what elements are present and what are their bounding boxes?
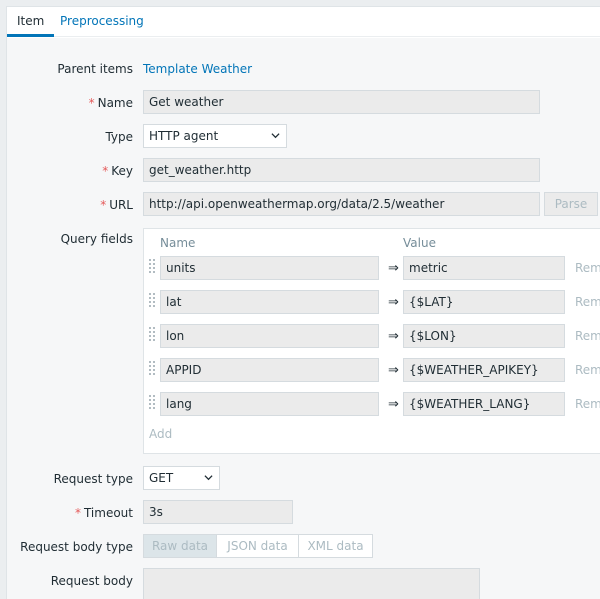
query-field-value-input[interactable]: metric [403, 256, 565, 280]
url-label-text: URL [109, 198, 133, 212]
timeout-label-text: Timeout [83, 506, 133, 520]
type-select[interactable]: HTTP agent [143, 124, 287, 148]
request-type-select[interactable]: GET [143, 466, 220, 490]
name-label-text: Name [97, 96, 133, 110]
drag-handle-icon[interactable] [148, 360, 156, 378]
arrow-icon: ⇒ [388, 363, 399, 378]
request-body-type-label: Request body type [20, 540, 133, 554]
drag-handle-icon[interactable] [148, 292, 156, 310]
required-mark: * [100, 198, 107, 212]
request-type-label: Request type [53, 472, 133, 486]
remove-link[interactable]: Remove [575, 261, 600, 275]
tab-preprocessing[interactable]: Preprocessing [50, 7, 154, 37]
key-label-text: Key [111, 164, 133, 178]
json-data-option[interactable]: JSON data [216, 534, 299, 558]
query-field-value-input[interactable]: {$WEATHER_LANG} [403, 392, 565, 416]
query-field-value-input[interactable]: {$WEATHER_APIKEY} [403, 358, 565, 382]
required-mark: * [88, 96, 95, 110]
query-field-value-input[interactable]: {$LON} [403, 324, 565, 348]
timeout-label: * Timeout [75, 506, 133, 520]
url-input[interactable]: http://api.openweathermap.org/data/2.5/w… [143, 192, 540, 216]
drag-handle-icon[interactable] [148, 258, 156, 276]
raw-data-option[interactable]: Raw data [143, 534, 217, 558]
parent-item-link[interactable]: Template Weather [143, 62, 252, 76]
arrow-icon: ⇒ [388, 295, 399, 310]
remove-link[interactable]: Remove [575, 329, 600, 343]
type-select-value: HTTP agent [149, 129, 219, 143]
item-form-panel: Item Preprocessing Parent items Template… [6, 6, 600, 599]
name-input[interactable]: Get weather [143, 90, 540, 114]
xml-data-option[interactable]: XML data [298, 534, 373, 558]
remove-link[interactable]: Remove [575, 397, 600, 411]
drag-handle-icon[interactable] [148, 326, 156, 344]
query-field-name-input[interactable]: units [160, 256, 379, 280]
query-value-header: Value [403, 236, 436, 250]
key-label: * Key [102, 164, 133, 178]
query-field-name-input[interactable]: lang [160, 392, 379, 416]
query-field-name-input[interactable]: lon [160, 324, 379, 348]
arrow-icon: ⇒ [388, 261, 399, 276]
item-form: Parent items Template Weather * Name Get … [7, 38, 600, 599]
required-mark: * [102, 164, 109, 178]
request-body-label: Request body [50, 574, 133, 588]
query-name-header: Name [160, 236, 196, 250]
tab-item[interactable]: Item [7, 7, 55, 37]
arrow-icon: ⇒ [388, 329, 399, 344]
arrow-icon: ⇒ [388, 397, 399, 412]
parse-button[interactable]: Parse [544, 192, 598, 216]
timeout-input[interactable]: 3s [143, 500, 293, 524]
key-input[interactable]: get_weather.http [143, 158, 540, 182]
chevron-down-icon [271, 133, 280, 139]
remove-link[interactable]: Remove [575, 295, 600, 309]
query-field-value-input[interactable]: {$LAT} [403, 290, 565, 314]
chevron-down-icon [204, 475, 213, 481]
url-label: * URL [100, 198, 133, 212]
query-fields-table: Name Value units ⇒ metric Remove lat ⇒ {… [143, 228, 600, 454]
type-label: Type [105, 130, 133, 144]
request-type-value: GET [149, 471, 174, 485]
drag-handle-icon[interactable] [148, 394, 156, 412]
query-field-name-input[interactable]: APPID [160, 358, 379, 382]
required-mark: * [74, 506, 81, 520]
parent-items-label: Parent items [57, 62, 133, 76]
tab-bar: Item Preprocessing [7, 7, 600, 37]
remove-link[interactable]: Remove [575, 363, 600, 377]
query-fields-label: Query fields [60, 232, 133, 246]
request-body-textarea[interactable] [143, 568, 480, 599]
query-field-name-input[interactable]: lat [160, 290, 379, 314]
name-label: * Name [89, 96, 133, 110]
add-query-field-link[interactable]: Add [149, 427, 172, 441]
